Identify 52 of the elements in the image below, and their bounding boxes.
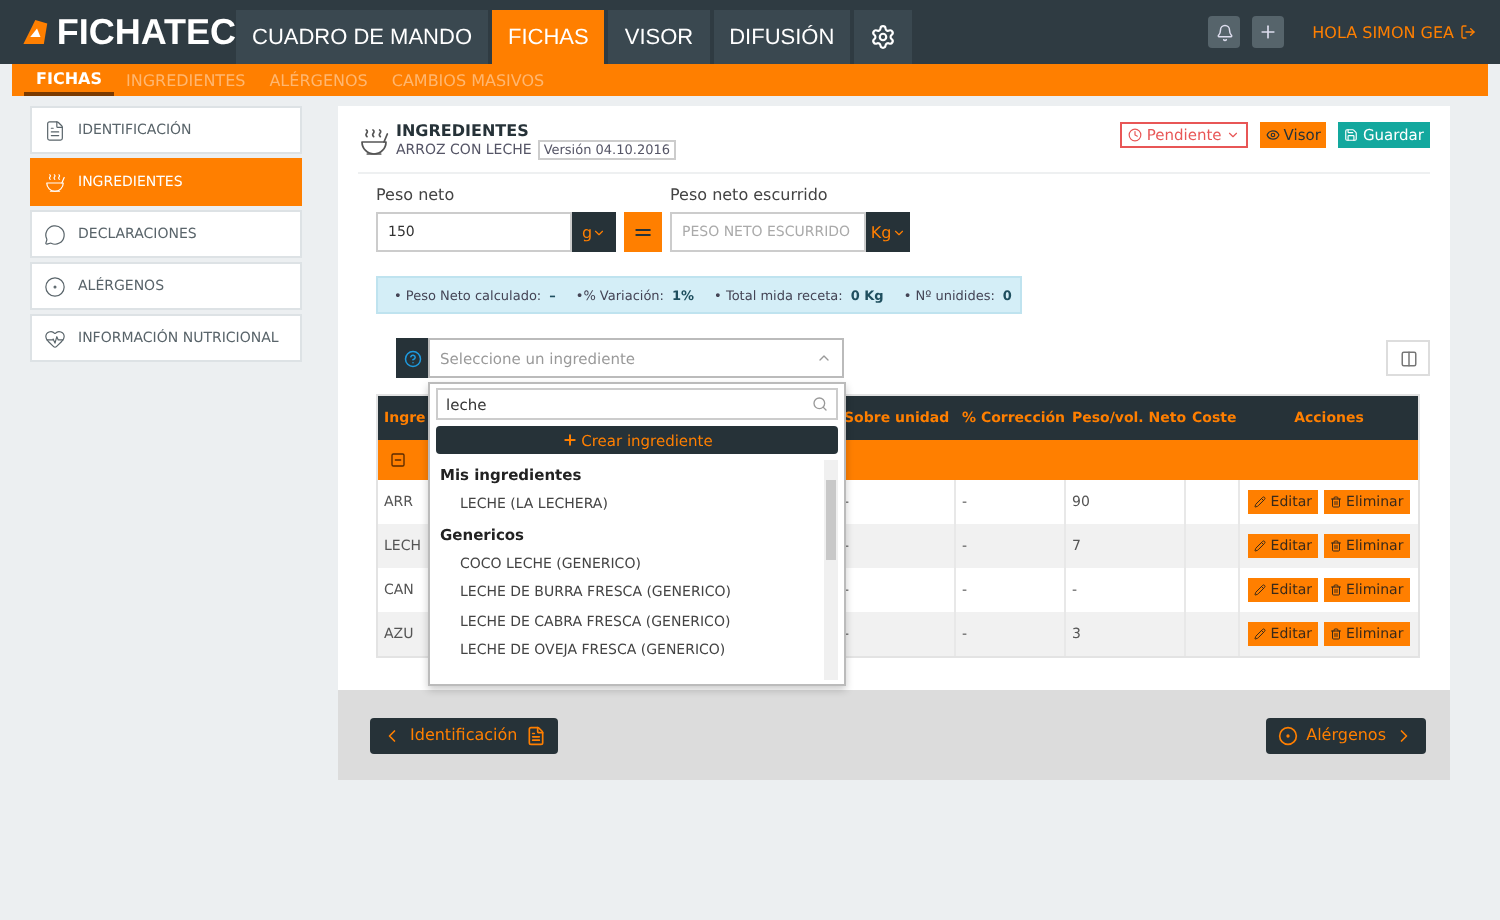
eye-icon <box>1265 128 1280 142</box>
scrollbar[interactable] <box>824 460 838 680</box>
search-icon <box>812 396 828 412</box>
pencil-icon <box>1254 496 1267 508</box>
nav-tab[interactable]: DIFUSIÓN <box>713 10 851 64</box>
logo-icon <box>20 14 51 50</box>
settings-tab[interactable] <box>854 10 913 64</box>
help-button[interactable] <box>396 338 428 378</box>
bell-icon <box>1215 23 1234 41</box>
speech-bubble-icon <box>44 223 66 245</box>
equals-button[interactable]: = <box>624 212 662 252</box>
trash-icon <box>1330 628 1343 640</box>
collapse-icon[interactable] <box>390 452 406 468</box>
bowl-icon <box>44 171 66 193</box>
panel-title: INGREDIENTES <box>396 122 531 140</box>
chevron-down-icon <box>1225 128 1240 142</box>
pencil-icon <box>1254 540 1267 552</box>
next-button[interactable]: Alérgenos <box>1266 717 1426 753</box>
scrollbar-thumb[interactable] <box>826 480 836 560</box>
trash-icon <box>1330 496 1343 508</box>
plus-icon <box>561 432 578 448</box>
caret-icon <box>891 225 906 239</box>
trash-icon <box>1330 540 1343 552</box>
logo-text: FICHATEC <box>56 11 236 53</box>
document-icon <box>44 119 66 141</box>
previous-button[interactable]: Identificación <box>370 717 558 753</box>
pencil-icon <box>1254 584 1267 596</box>
clock-icon <box>1128 128 1143 142</box>
field-label: Peso neto escurrido <box>670 186 830 204</box>
caret-icon <box>592 225 607 239</box>
notifications-button[interactable] <box>1208 16 1241 48</box>
unit-dropdown[interactable]: g <box>572 212 616 252</box>
document-icon <box>525 725 546 745</box>
help-icon <box>403 349 421 367</box>
plus-icon <box>1258 22 1279 42</box>
bowl-icon <box>358 126 390 158</box>
circle-icon <box>44 275 66 297</box>
logout-icon <box>1460 24 1476 40</box>
nav-tab[interactable]: CUADRO DE MANDO <box>236 10 489 64</box>
settings-icon <box>870 24 897 50</box>
heart-icon <box>44 327 66 349</box>
columns-icon <box>1399 349 1417 367</box>
unit-dropdown[interactable]: Kg <box>866 212 910 252</box>
add-button[interactable] <box>1252 16 1285 48</box>
circle-icon <box>1278 725 1299 745</box>
columns-button[interactable] <box>1386 340 1430 376</box>
trash-icon <box>1330 584 1343 596</box>
field-label: Peso neto <box>376 186 457 204</box>
user-link[interactable]: HOLA SIMON GEA <box>1312 23 1476 41</box>
chevron-up-icon <box>816 350 832 366</box>
pencil-icon <box>1254 628 1267 640</box>
nav-tab[interactable]: VISOR <box>608 10 710 64</box>
